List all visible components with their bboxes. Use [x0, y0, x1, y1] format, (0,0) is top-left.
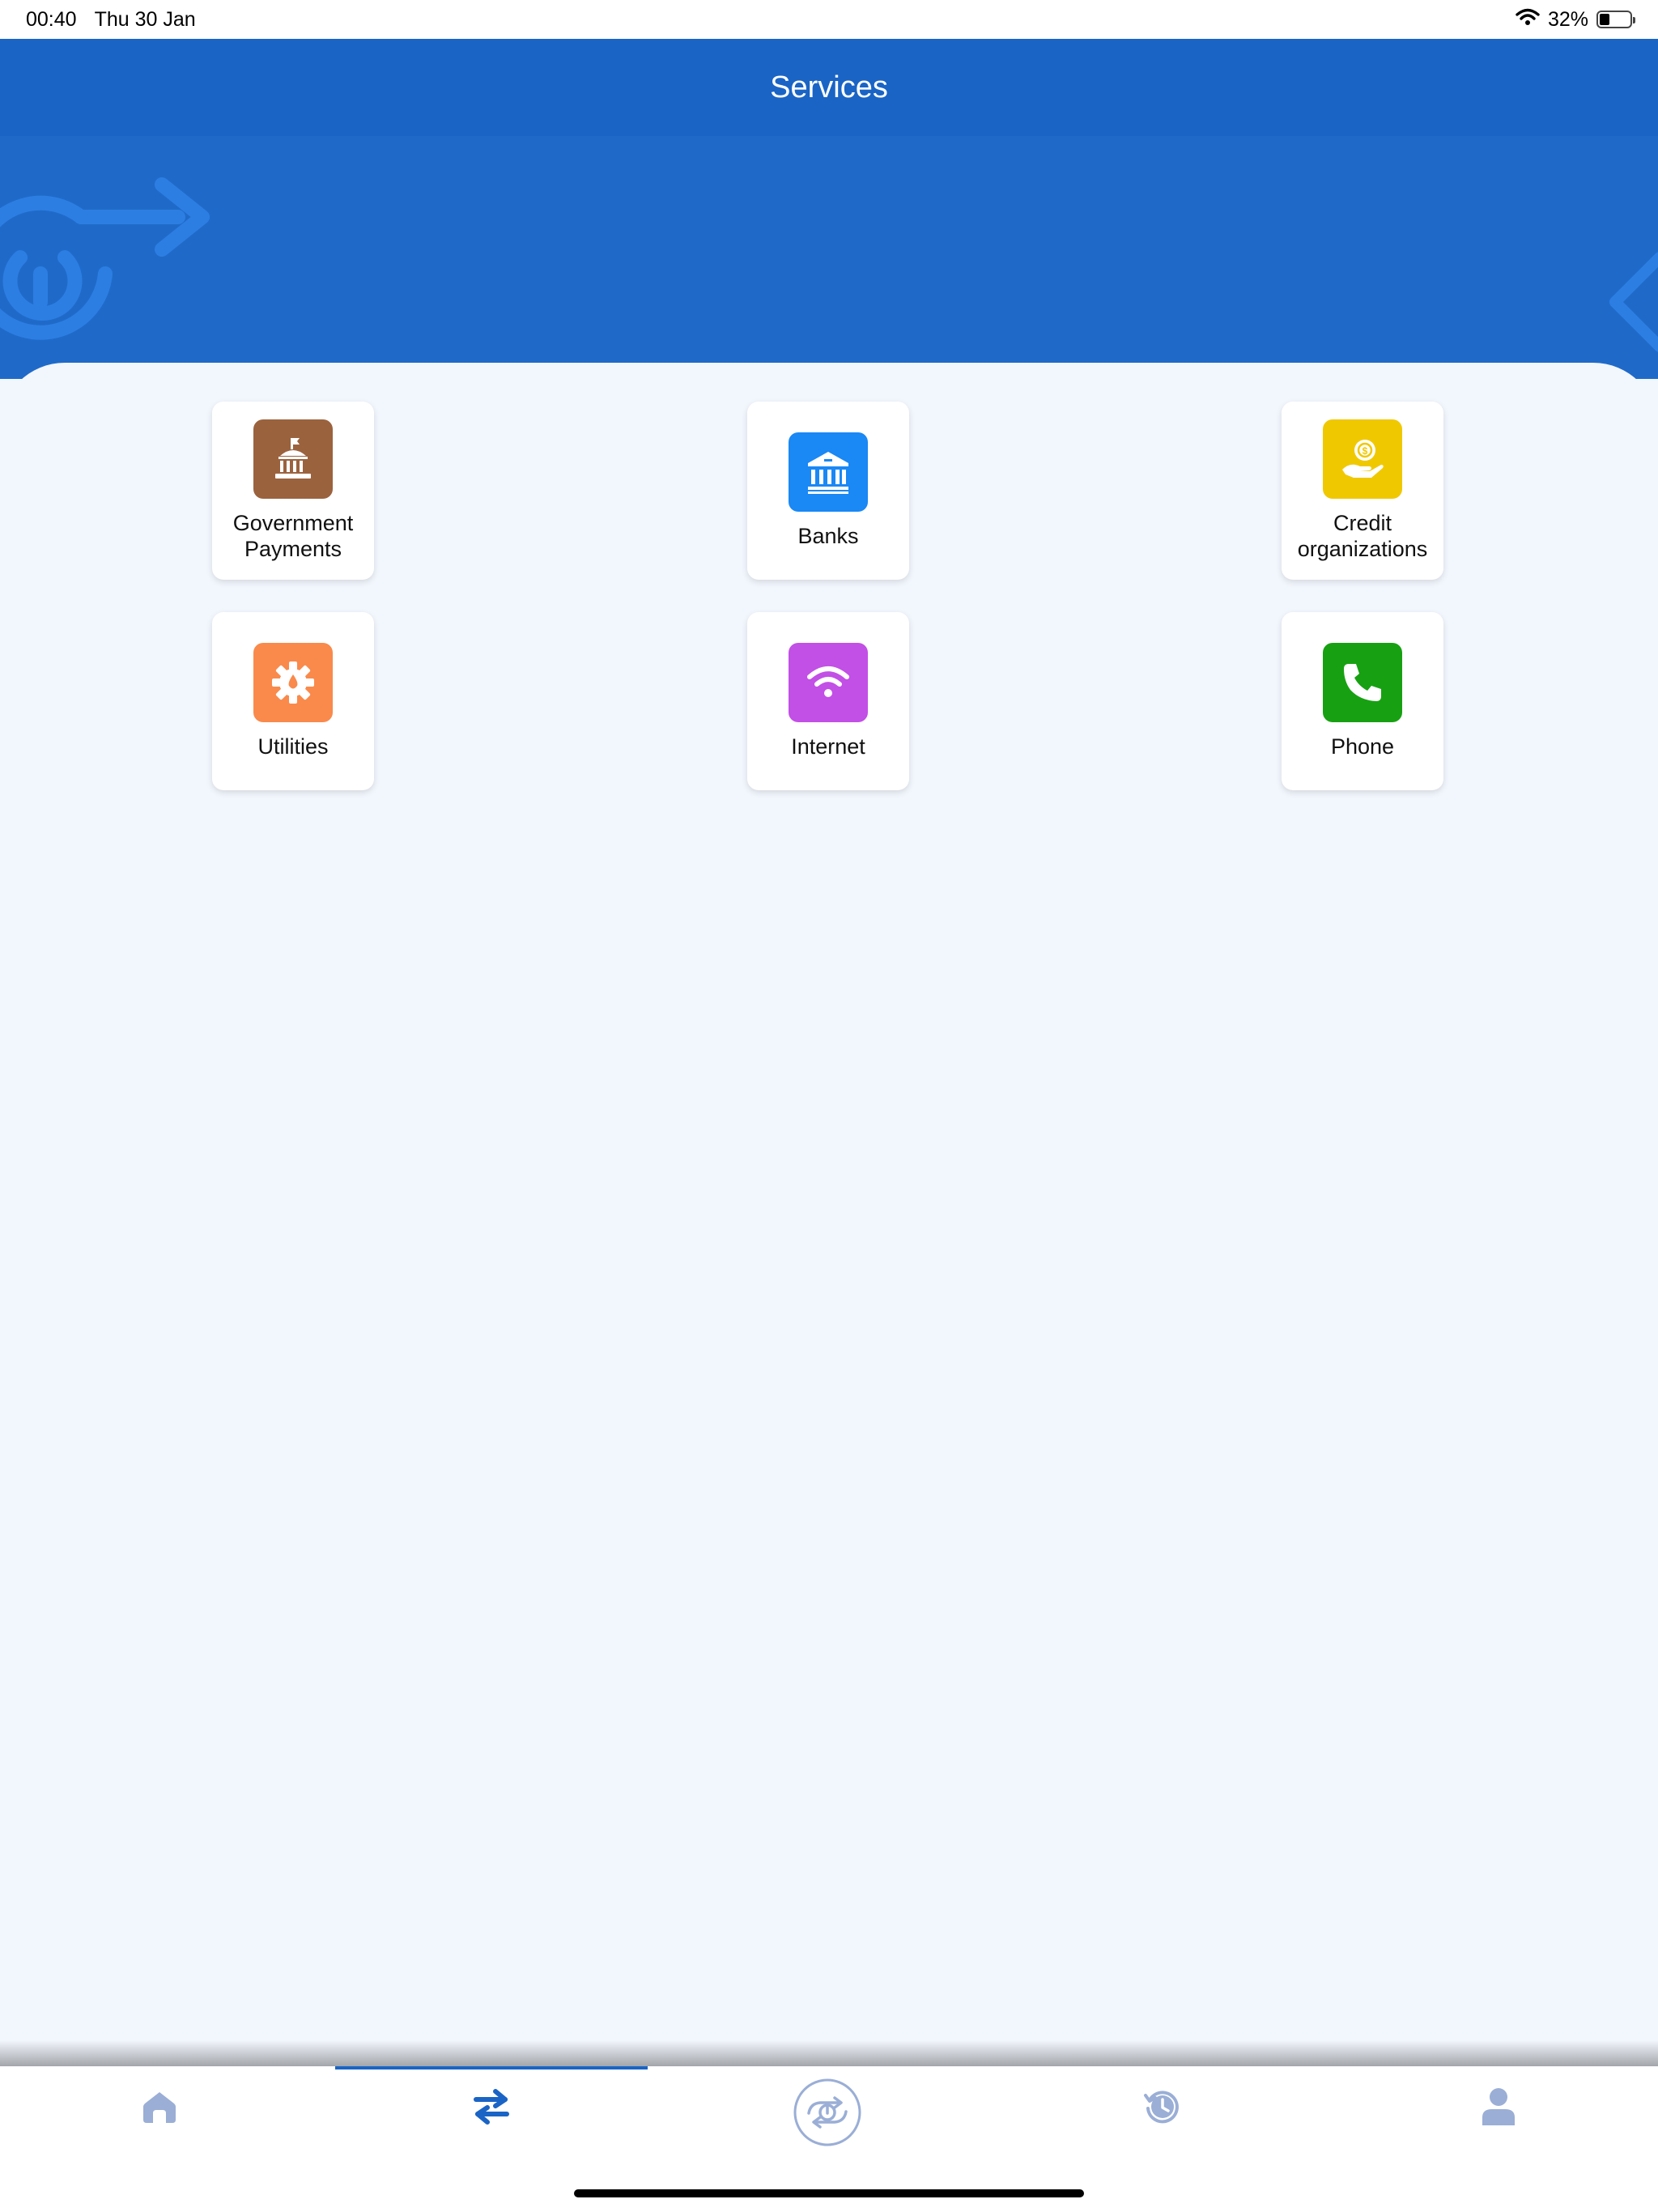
phone-icon	[1323, 643, 1402, 722]
service-banks[interactable]: Banks	[747, 402, 909, 580]
svg-text:$: $	[1363, 445, 1368, 457]
service-internet[interactable]: Internet	[747, 612, 909, 790]
battery-percent: 32%	[1547, 7, 1588, 31]
utility-gear-icon	[253, 643, 333, 722]
status-time: 00:40	[26, 7, 77, 31]
wifi-status-icon	[1516, 8, 1540, 32]
app-header: Services	[0, 39, 1658, 136]
bottom-nav-shadow	[0, 2040, 1658, 2068]
nav-history[interactable]	[1005, 2066, 1320, 2147]
service-label: Government Payments	[232, 511, 354, 561]
nav-transfers[interactable]	[334, 2066, 649, 2147]
service-label: Phone	[1330, 734, 1395, 759]
history-clock-icon	[1144, 2091, 1179, 2124]
header-banner	[0, 136, 1658, 379]
battery-icon	[1596, 11, 1635, 28]
nav-home[interactable]	[2, 2066, 317, 2147]
service-label: Internet	[791, 734, 865, 759]
service-label: Banks	[797, 524, 859, 548]
page-title: Services	[770, 70, 888, 104]
watermark-logo-icon	[0, 177, 210, 340]
service-phone[interactable]: Phone	[1282, 612, 1443, 790]
home-icon	[143, 2092, 176, 2123]
service-credit-organizations[interactable]: $ Credit organizations	[1282, 402, 1443, 580]
status-bar: 00:40 Thu 30 Jan 32%	[0, 0, 1658, 39]
bank-icon	[789, 432, 868, 512]
service-utilities[interactable]: Utilities	[212, 612, 374, 790]
nav-main[interactable]	[670, 2066, 985, 2147]
service-label: Utilities	[257, 734, 329, 759]
services-grid: Government Payments Banks $ Credit organ…	[0, 363, 1658, 2057]
transfer-arrows-icon	[474, 2089, 509, 2125]
profile-icon	[1482, 2088, 1515, 2125]
wifi-icon	[789, 643, 868, 722]
service-government-payments[interactable]: Government Payments	[212, 402, 374, 580]
status-left: 00:40 Thu 30 Jan	[26, 8, 196, 32]
nav-profile[interactable]	[1341, 2066, 1656, 2147]
app-logo-icon	[793, 2078, 861, 2146]
money-hand-icon: $	[1323, 419, 1402, 499]
home-indicator	[574, 2189, 1084, 2197]
government-building-icon	[253, 419, 333, 499]
status-right: 32%	[1516, 7, 1635, 32]
status-date: Thu 30 Jan	[94, 7, 196, 31]
watermark-arrow-icon	[1609, 252, 1658, 352]
service-label: Credit organizations	[1297, 511, 1428, 561]
